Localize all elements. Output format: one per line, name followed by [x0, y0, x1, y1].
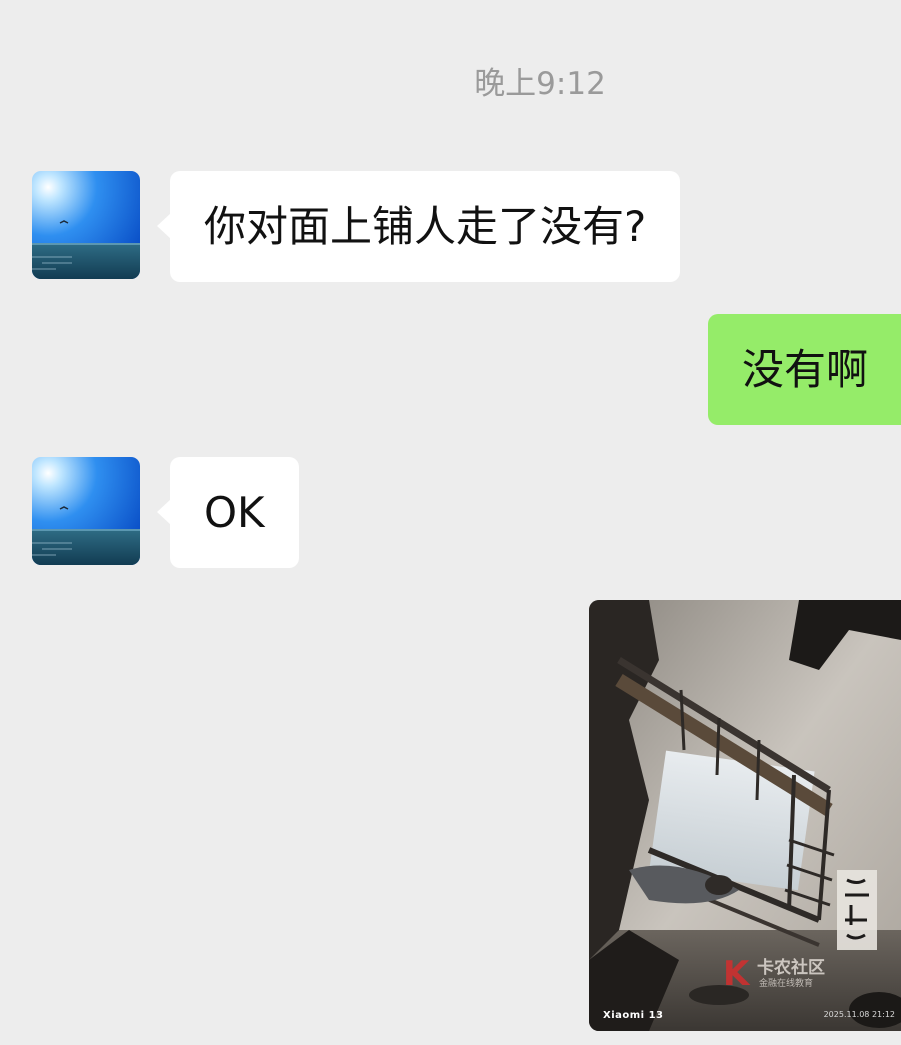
community-watermark: K 卡农社区 金融在线教育 [723, 956, 853, 996]
incoming-message-bubble[interactable]: OK [157, 457, 299, 568]
message-text: OK [204, 488, 265, 537]
watermark-subtitle: 金融在线教育 [759, 979, 814, 989]
message-text: 没有啊 [742, 345, 869, 394]
contact-avatar[interactable] [32, 457, 140, 565]
avatar-sea-sky-icon [32, 457, 140, 565]
chat-timestamp: 晚上9:12 [474, 66, 606, 102]
watermark-logo: K [723, 954, 750, 994]
message-text: 你对面上铺人走了没有? [204, 202, 647, 251]
incoming-message-bubble[interactable]: 你对面上铺人走了没有? [156, 171, 681, 282]
contact-avatar[interactable] [32, 171, 140, 279]
avatar-sea-sky-icon [32, 171, 140, 279]
camera-brand-label: Xiaomi 13 [603, 1010, 664, 1021]
watermark-title: 卡农社区 [757, 958, 825, 978]
outgoing-message-bubble[interactable]: 没有啊 [708, 314, 901, 425]
photo-date-label: 2025.11.08 21:12 [823, 1010, 895, 1019]
outgoing-image-message[interactable]: K 卡农社区 金融在线教育 Xiaomi 13 2025.11.08 21:12 [589, 600, 901, 1031]
